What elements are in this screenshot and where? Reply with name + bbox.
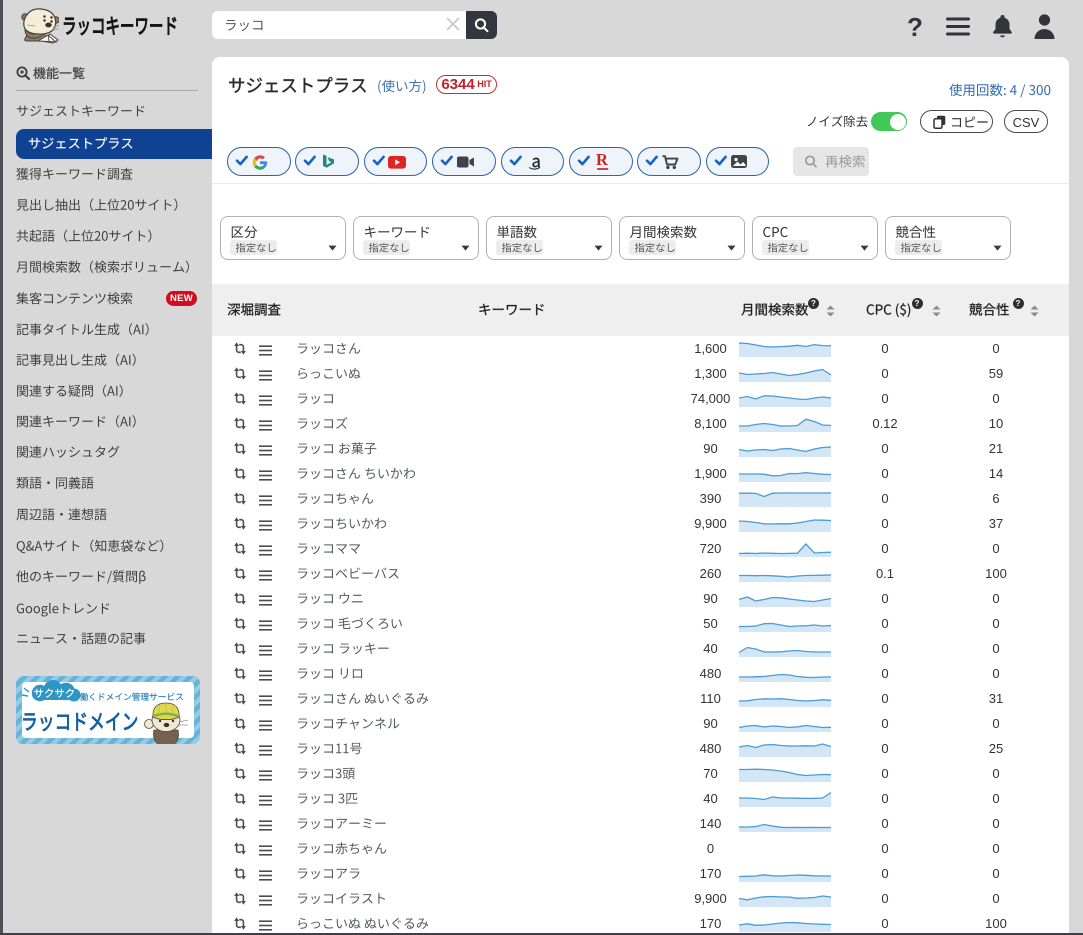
svg-text:R: R [596, 150, 609, 169]
